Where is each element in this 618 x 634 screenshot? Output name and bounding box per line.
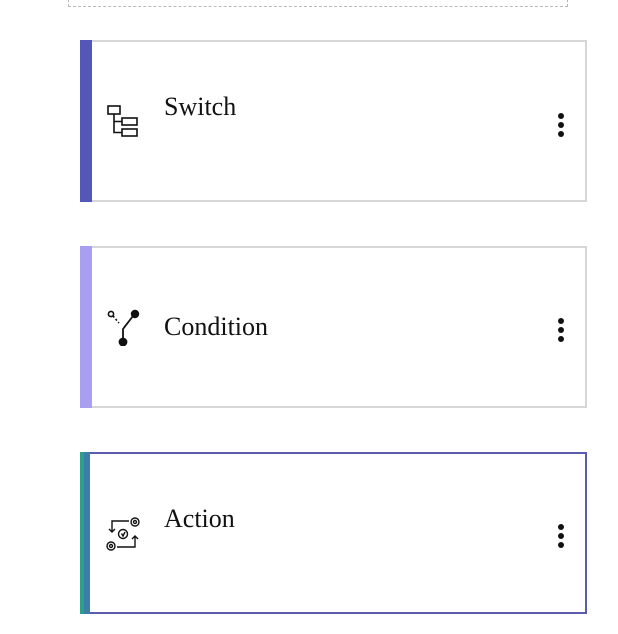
card-title: Condition: [164, 312, 269, 341]
more-options-icon[interactable]: [553, 316, 569, 344]
card-accent-bar: [80, 452, 90, 614]
more-options-icon[interactable]: [553, 111, 569, 139]
more-options-icon[interactable]: [553, 522, 569, 550]
action-gears-icon: [104, 514, 142, 552]
card-title: Action: [164, 504, 235, 533]
card-accent-bar: [80, 40, 92, 202]
card-title: Switch: [164, 92, 237, 121]
switch-icon: [104, 102, 142, 140]
condition-card[interactable]: Condition: [80, 246, 587, 408]
drop-zone-placeholder[interactable]: [68, 0, 568, 7]
action-card[interactable]: Action: [80, 452, 587, 614]
switch-card[interactable]: Switch: [80, 40, 587, 202]
card-accent-bar: [80, 246, 92, 408]
condition-branch-icon: [104, 308, 142, 346]
